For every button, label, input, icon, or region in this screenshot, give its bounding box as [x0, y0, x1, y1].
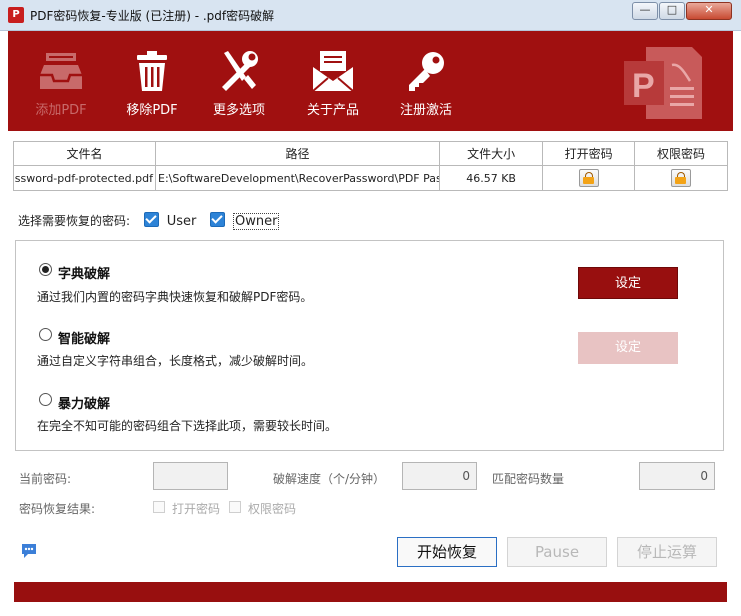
key-icon — [409, 52, 444, 91]
owner-checkbox-label[interactable]: Owner — [233, 213, 280, 230]
speed-label: 破解速度（个/分钟） — [273, 472, 386, 486]
dictionary-attack-desc: 通过我们内置的密码字典快速恢复和破解PDF密码。 — [37, 290, 313, 304]
add-pdf-label: 添加PDF — [35, 103, 87, 118]
result-open-checkbox[interactable] — [153, 501, 165, 513]
about-product-button[interactable]: 关于产品 — [292, 49, 374, 118]
column-header-path[interactable]: 路径 — [155, 141, 440, 166]
pdf-logo-icon: P — [624, 47, 702, 119]
close-button[interactable]: ✕ — [686, 2, 732, 20]
password-select-label: 选择需要恢复的密码: — [18, 214, 131, 228]
title-bar: P PDF密码恢复-专业版 (已注册) - .pdf密码破解 — □ ✕ — [0, 0, 741, 31]
column-header-size[interactable]: 文件大小 — [438, 141, 544, 166]
svg-text:P: P — [632, 67, 655, 105]
inbox-tray-icon — [40, 53, 82, 89]
pause-button[interactable]: Pause — [507, 537, 607, 567]
speed-field: 0 — [402, 462, 477, 490]
smart-settings-button[interactable]: 设定 — [578, 332, 678, 364]
minimize-button[interactable]: — — [632, 2, 658, 20]
match-count-label: 匹配密码数量 — [492, 472, 565, 486]
feedback-chat-icon[interactable] — [20, 542, 38, 560]
smart-attack-title[interactable]: 智能破解 — [58, 328, 110, 347]
file-size-cell[interactable]: 46.57 KB — [438, 165, 544, 191]
perm-password-cell[interactable] — [634, 165, 728, 191]
column-header-perm-password[interactable]: 权限密码 — [634, 141, 728, 166]
attack-method-panel: 字典破解 通过我们内置的密码字典快速恢复和破解PDF密码。 设定 智能破解 通过… — [15, 240, 724, 451]
current-password-field — [153, 462, 228, 490]
file-table: 文件名 路径 文件大小 打开密码 权限密码 password-pdf-prote… — [13, 141, 728, 191]
app-icon: P — [8, 7, 24, 23]
stop-button[interactable]: 停止运算 — [617, 537, 717, 567]
register-activate-button[interactable]: 注册激活 — [385, 49, 467, 118]
window-title: PDF密码恢复-专业版 (已注册) - .pdf密码破解 — [30, 9, 275, 23]
file-name-cell[interactable]: password-pdf-protected.pdf — [13, 165, 156, 191]
smart-attack-radio[interactable] — [39, 328, 52, 341]
column-header-open-password[interactable]: 打开密码 — [542, 141, 636, 166]
match-count-field: 0 — [639, 462, 715, 490]
start-recovery-button[interactable]: 开始恢复 — [397, 537, 497, 567]
more-options-button[interactable]: 更多选项 — [198, 49, 280, 118]
tools-icon — [222, 51, 258, 91]
smart-attack-desc: 通过自定义字符串组合，长度格式，减少破解时间。 — [37, 354, 314, 368]
current-password-label: 当前密码: — [19, 472, 72, 486]
add-pdf-button[interactable]: 添加PDF — [20, 49, 102, 118]
result-perm-label: 权限密码 — [248, 502, 297, 516]
table-row[interactable]: password-pdf-protected.pdf E:\SoftwareDe… — [13, 165, 728, 191]
password-select-row: 选择需要恢复的密码: User Owner — [18, 212, 280, 230]
remove-pdf-label: 移除PDF — [126, 103, 178, 118]
envelope-icon — [312, 51, 354, 92]
dictionary-attack-radio[interactable] — [39, 263, 52, 276]
more-options-label: 更多选项 — [212, 103, 265, 118]
dictionary-attack-title[interactable]: 字典破解 — [58, 263, 110, 282]
owner-checkbox[interactable] — [210, 212, 226, 227]
user-checkbox-label[interactable]: User — [167, 214, 197, 229]
brute-force-title[interactable]: 暴力破解 — [58, 393, 110, 412]
register-activate-label: 注册激活 — [399, 103, 452, 118]
open-password-cell[interactable] — [542, 165, 636, 191]
column-header-filename[interactable]: 文件名 — [13, 141, 156, 166]
about-product-label: 关于产品 — [306, 103, 359, 118]
remove-pdf-button[interactable]: 移除PDF — [111, 49, 193, 118]
progress-bar — [14, 582, 727, 602]
lock-icon[interactable] — [671, 169, 692, 187]
user-checkbox[interactable] — [143, 212, 159, 227]
brute-force-radio[interactable] — [39, 393, 52, 406]
lock-icon[interactable] — [578, 169, 599, 187]
result-perm-checkbox[interactable] — [229, 501, 241, 513]
main-toolbar: 添加PDF 移除PDF 更多选项 关于产品 注册激活 P — [8, 31, 733, 131]
result-label: 密码恢复结果: — [19, 502, 96, 516]
trash-icon — [137, 51, 167, 91]
file-path-cell[interactable]: E:\SoftwareDevelopment\RecoverPassword\P… — [155, 165, 440, 191]
brute-force-desc: 在完全不知可能的密码组合下选择此项，需要较长时间。 — [37, 419, 338, 433]
maximize-button[interactable]: □ — [659, 2, 685, 20]
dictionary-settings-button[interactable]: 设定 — [578, 267, 678, 299]
result-open-label: 打开密码 — [172, 502, 221, 516]
